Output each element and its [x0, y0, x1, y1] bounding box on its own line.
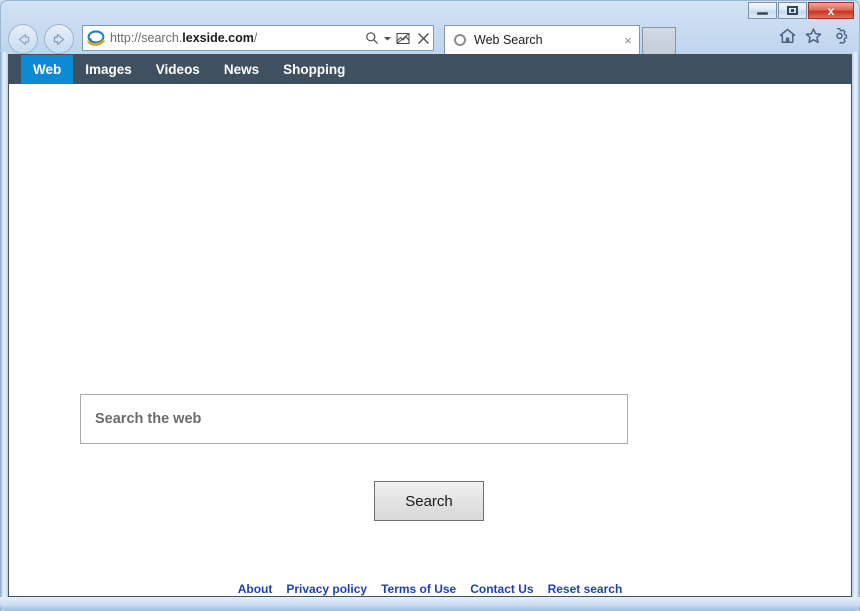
- page-content: Search the web Search About Privacy poli…: [9, 84, 851, 596]
- back-button[interactable]: [8, 24, 38, 54]
- footer-link-terms-of-use[interactable]: Terms of Use: [381, 582, 456, 596]
- home-icon[interactable]: [779, 28, 796, 44]
- nav-label-news: News: [223, 62, 260, 77]
- search-button-label: Search: [405, 492, 453, 510]
- window-controls: x: [748, 2, 854, 19]
- search-input-placeholder: Search the web: [95, 411, 202, 427]
- nav-label-web: Web: [33, 62, 62, 77]
- browser-tab[interactable]: Web Search ×: [444, 25, 640, 54]
- footer-link-about[interactable]: About: [238, 582, 273, 596]
- browser-tool-icons: [779, 28, 848, 44]
- address-bar-url: http://search.lexside.com/: [110, 31, 258, 45]
- address-bar[interactable]: http://search.lexside.com/: [82, 25, 434, 51]
- arrow-left-icon: [18, 33, 29, 45]
- tab-title: Web Search: [474, 33, 543, 47]
- loading-spinner-icon: [454, 34, 466, 46]
- browser-window: x http://search.lexside.com/ Web Search …: [0, 0, 860, 611]
- footer-link-contact-us[interactable]: Contact Us: [470, 582, 533, 596]
- nav-label-shopping: Shopping: [283, 62, 346, 77]
- maximize-icon: [787, 6, 798, 15]
- minimize-button[interactable]: [748, 2, 777, 19]
- sidebar-item-videos[interactable]: Videos: [144, 55, 212, 84]
- gear-icon[interactable]: [831, 28, 848, 44]
- chevron-down-icon[interactable]: [382, 26, 393, 50]
- favorites-star-icon[interactable]: [805, 28, 822, 44]
- window-border-left: [0, 52, 8, 611]
- forward-button[interactable]: [44, 24, 74, 54]
- maximize-button[interactable]: [778, 2, 807, 19]
- compatibility-view-icon[interactable]: [393, 26, 413, 50]
- sidebar-item-images[interactable]: Images: [73, 55, 144, 84]
- search-button[interactable]: Search: [374, 481, 484, 521]
- browser-toolbar: http://search.lexside.com/: [0, 22, 860, 56]
- page-viewport: Web Images Videos News Shopping Search t…: [8, 54, 852, 597]
- nav-label-videos: Videos: [155, 62, 200, 77]
- sidebar-item-news[interactable]: News: [212, 55, 271, 84]
- sidebar-item-web[interactable]: Web: [21, 55, 74, 84]
- tab-close-icon[interactable]: ×: [617, 27, 639, 53]
- site-navigation-bar: Web Images Videos News Shopping: [9, 55, 851, 84]
- close-button[interactable]: x: [808, 2, 854, 19]
- search-input[interactable]: Search the web: [80, 394, 628, 444]
- title-bar[interactable]: x: [0, 0, 860, 20]
- stop-loading-icon[interactable]: [413, 26, 433, 50]
- sidebar-item-shopping[interactable]: Shopping: [271, 55, 357, 84]
- footer-link-reset-search[interactable]: Reset search: [548, 582, 623, 596]
- arrow-right-icon: [53, 33, 64, 45]
- address-search-icon[interactable]: [362, 26, 382, 50]
- close-icon: x: [827, 3, 835, 18]
- new-tab-button[interactable]: [642, 27, 676, 54]
- internet-explorer-icon: [87, 29, 105, 47]
- footer-link-privacy-policy[interactable]: Privacy policy: [286, 582, 367, 596]
- footer-links: About Privacy policy Terms of Use Contac…: [9, 582, 851, 596]
- window-border-bottom: [0, 597, 860, 611]
- minimize-icon: [757, 12, 768, 15]
- nav-label-images: Images: [85, 62, 132, 77]
- window-border-right: [852, 52, 860, 611]
